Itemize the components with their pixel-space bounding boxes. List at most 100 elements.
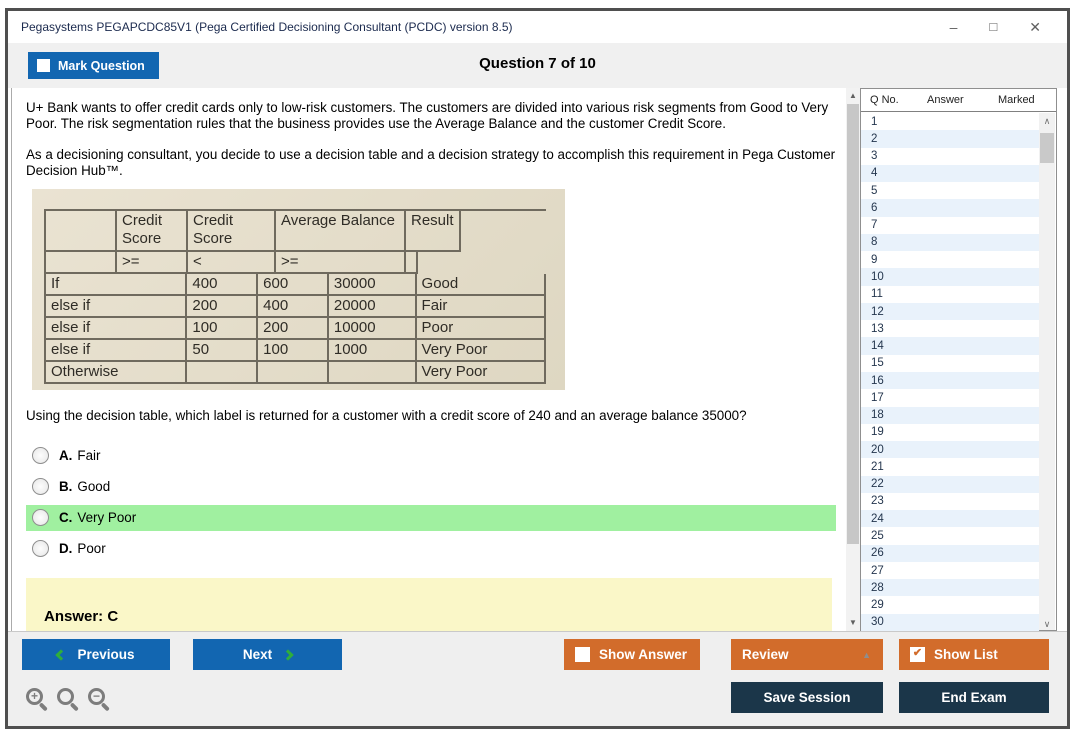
question-list-row[interactable]: 11 [861,286,1039,303]
radio-button-icon[interactable] [32,540,49,557]
question-list-row[interactable]: 27 [861,562,1039,579]
question-list-row[interactable]: 18 [861,407,1039,424]
decision-table-cell [258,362,329,384]
maximize-icon[interactable]: □ [989,17,997,37]
answer-reveal-box: Answer: C [26,578,832,631]
scroll-down-icon[interactable]: ∨ [1039,619,1055,627]
question-list-row[interactable]: 24 [861,510,1039,527]
save-session-button[interactable]: Save Session [731,682,883,713]
question-list-row[interactable]: 17 [861,389,1039,406]
option-text: Poor [77,541,105,556]
option-letter: D. [59,541,72,556]
question-number: 23 [871,495,884,507]
next-button[interactable]: Next [193,639,342,670]
question-number: 21 [871,461,884,473]
end-exam-button[interactable]: End Exam [899,682,1049,713]
question-list-row[interactable]: 15 [861,355,1039,372]
question-list-panel: Q No. Answer Marked 1 2 3 4 [860,88,1057,631]
decision-table-cell: 600 [258,274,329,296]
column-marked: Marked [998,94,1035,106]
answer-option[interactable]: B. Good [26,474,836,500]
question-list-row[interactable]: 9 [861,251,1039,268]
question-number: 22 [871,478,884,490]
question-number: 12 [871,306,884,318]
scroll-up-icon[interactable]: ∧ [1039,116,1055,124]
decision-table-operator-cell: >= [117,252,188,274]
question-list-row[interactable]: 26 [861,545,1039,562]
question-list-row[interactable]: 12 [861,303,1039,320]
answer-option[interactable]: D. Poor [26,536,836,562]
show-answer-label: Show Answer [599,647,687,662]
answer-option[interactable]: C. Very Poor [26,505,836,531]
question-number: 4 [871,167,877,179]
question-list-row[interactable]: 6 [861,199,1039,216]
question-list-row[interactable]: 10 [861,268,1039,285]
question-number: 8 [871,236,877,248]
question-number: 15 [871,357,884,369]
answer-options: A. Fair B. Good C. Very Poor D. [26,443,831,562]
zoom-in-icon[interactable]: + [26,688,43,705]
question-list-row[interactable]: 21 [861,458,1039,475]
question-list-row[interactable]: 13 [861,320,1039,337]
radio-button-icon[interactable] [32,478,49,495]
decision-table-cell: 1000 [329,340,417,362]
question-list-row[interactable]: 25 [861,527,1039,544]
decision-table-cell [187,362,258,384]
question-list-row[interactable]: 19 [861,424,1039,441]
question-list-row[interactable]: 7 [861,217,1039,234]
question-list-row[interactable]: 8 [861,234,1039,251]
question-list-scrollbar[interactable]: ∧ ∨ [1039,113,1055,630]
scroll-down-icon[interactable]: ▼ [846,616,860,630]
question-list-row[interactable]: 16 [861,372,1039,389]
question-list-row[interactable]: 28 [861,579,1039,596]
close-icon[interactable]: ✕ [1029,17,1041,37]
decision-table-cell: else if [46,340,187,362]
scroll-up-icon[interactable]: ▲ [846,89,860,103]
bottom-toolbar: Previous Next Show Answer Review ▲ ✔ Sho… [8,631,1067,726]
minimize-icon[interactable]: – [950,17,958,37]
main-scrollbar[interactable]: ▲ ▼ [846,88,860,631]
show-list-button[interactable]: ✔ Show List [899,639,1049,670]
zoom-out-icon[interactable]: − [88,688,105,705]
show-answer-button[interactable]: Show Answer [564,639,700,670]
scrollbar-thumb[interactable] [847,104,859,544]
decision-table-cell: 10000 [329,318,417,340]
decision-table-cell: Very Poor [417,340,546,362]
question-list-row[interactable]: 4 [861,165,1039,182]
question-number: 29 [871,599,884,611]
question-number: 1 [871,116,877,128]
question-list-row[interactable]: 23 [861,493,1039,510]
option-letter: A. [59,448,72,463]
triangle-up-icon: ▲ [862,650,871,660]
review-button[interactable]: Review ▲ [731,639,883,670]
question-number: 28 [871,582,884,594]
question-list-row[interactable]: 29 [861,596,1039,613]
decision-table-cell: Poor [417,318,546,340]
decision-table-operator-cell [406,252,418,274]
zoom-reset-icon[interactable] [57,688,74,705]
decision-table-cell: 200 [258,318,329,340]
decision-table-cell: 100 [187,318,258,340]
title-bar: Pegasystems PEGAPCDC85V1 (Pega Certified… [8,11,1067,43]
decision-table-cell: 50 [187,340,258,362]
question-list-row[interactable]: 3 [861,148,1039,165]
radio-button-icon[interactable] [32,447,49,464]
question-list-row[interactable]: 2 [861,130,1039,147]
previous-button[interactable]: Previous [22,639,170,670]
question-number: 20 [871,444,884,456]
question-number: 3 [871,150,877,162]
question-list-row[interactable]: 22 [861,476,1039,493]
scrollbar-thumb[interactable] [1040,133,1054,163]
question-list-row[interactable]: 30 [861,614,1039,631]
question-number: 27 [871,565,884,577]
question-number: 18 [871,409,884,421]
question-list-row[interactable]: 14 [861,337,1039,354]
question-list-row[interactable]: 5 [861,182,1039,199]
question-list-row[interactable]: 1 [861,113,1039,130]
radio-button-icon[interactable] [32,509,49,526]
question-number: 16 [871,375,884,387]
decision-table-cell: else if [46,318,187,340]
question-list-row[interactable]: 20 [861,441,1039,458]
decision-table-cell: 30000 [329,274,417,296]
answer-option[interactable]: A. Fair [26,443,836,469]
